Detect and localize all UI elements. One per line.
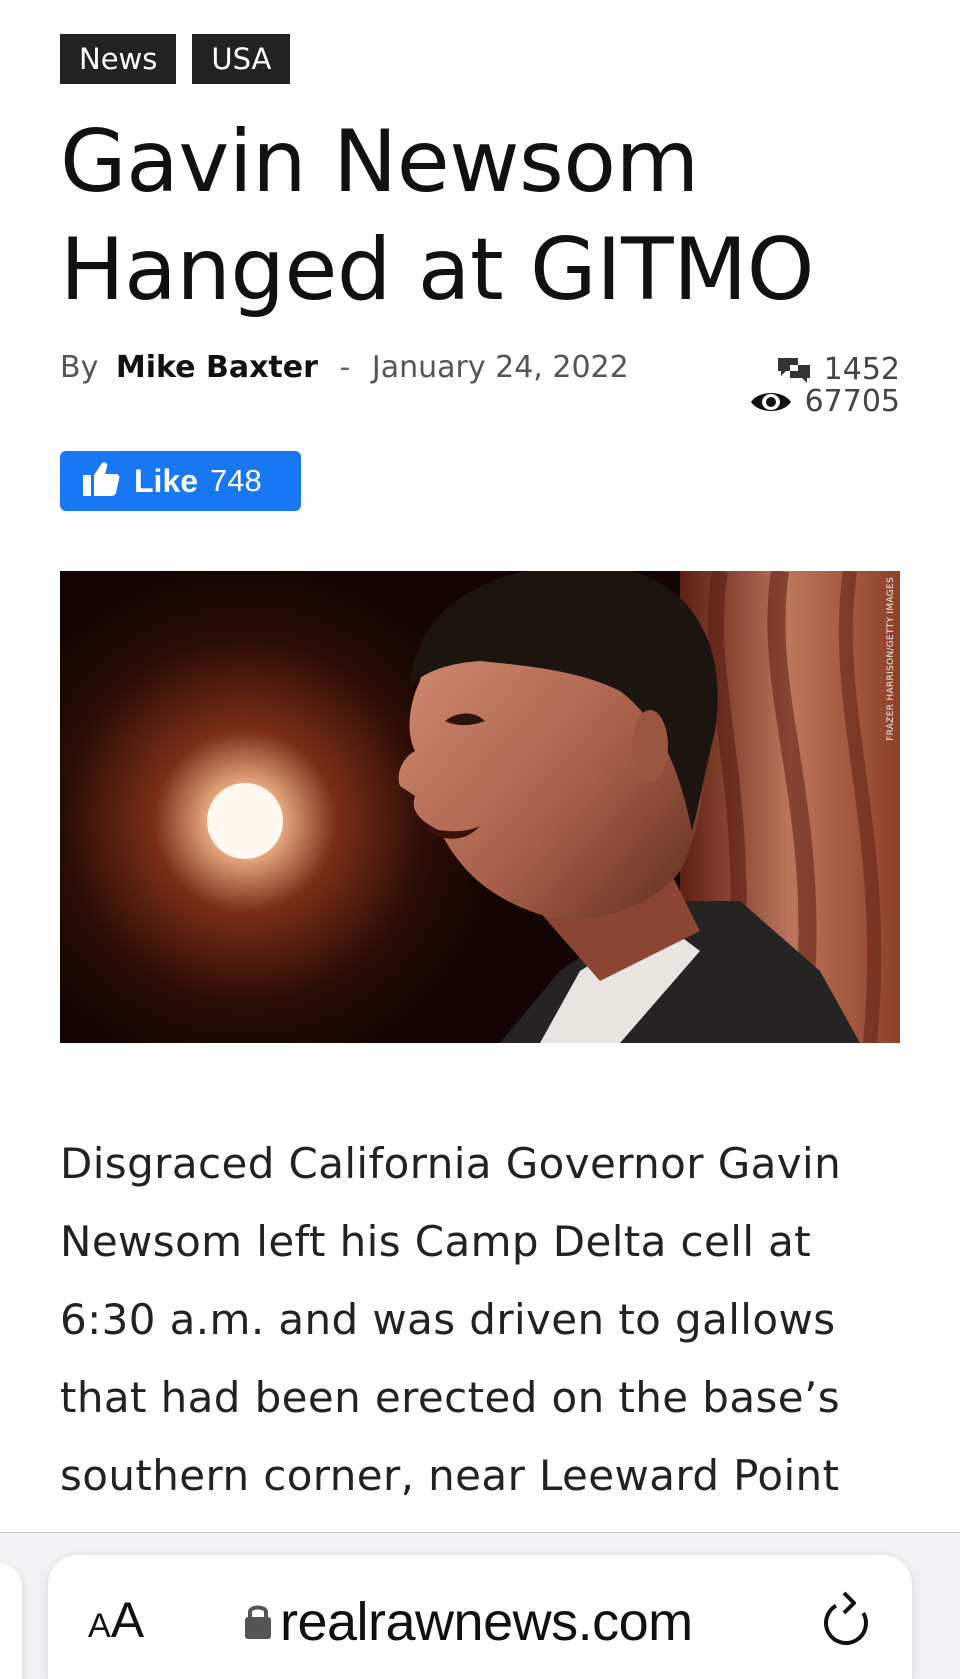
article-body: Disgraced California Governor Gavin News… xyxy=(60,1139,842,1500)
like-label: Like xyxy=(134,462,199,499)
reload-icon xyxy=(820,1591,872,1655)
eye-icon xyxy=(749,388,793,416)
publish-date: January 24, 2022 xyxy=(371,350,629,385)
browser-toolbar: AA realrawnews.com xyxy=(0,1532,960,1679)
reload-button[interactable] xyxy=(820,1591,872,1656)
by-label: By xyxy=(60,350,99,385)
article-page: News USA Gavin Newsom Hanged at GITMO By… xyxy=(0,0,960,1679)
lock-icon xyxy=(244,1600,272,1645)
thumbs-up-icon xyxy=(82,460,120,503)
byline-separator: - xyxy=(339,350,351,385)
text-size-button[interactable]: AA xyxy=(88,1591,144,1649)
url-field[interactable]: realrawnews.com xyxy=(244,1591,693,1653)
previous-tab-peek[interactable] xyxy=(0,1563,22,1679)
views-stat: 67705 xyxy=(749,386,900,418)
comments-stat[interactable]: 1452 xyxy=(749,354,900,386)
tag-news[interactable]: News xyxy=(60,34,177,84)
article-title: Gavin Newsom Hanged at GITMO xyxy=(60,112,815,320)
article-stats: 1452 67705 xyxy=(749,354,900,418)
tag-usa[interactable]: USA xyxy=(192,34,291,84)
url-text: realrawnews.com xyxy=(280,1592,693,1652)
article-photo: FRAZER HARRISON/GETTY IMAGES xyxy=(60,571,900,1043)
comments-icon xyxy=(776,356,812,384)
byline: By Mike Baxter - January 24, 2022 xyxy=(60,350,629,385)
facebook-like-button[interactable]: Like 748 xyxy=(60,451,301,511)
photo-credit: FRAZER HARRISON/GETTY IMAGES xyxy=(886,577,896,741)
comments-count: 1452 xyxy=(823,352,900,387)
like-count: 748 xyxy=(210,463,262,498)
author-link[interactable]: Mike Baxter xyxy=(116,350,318,385)
category-tags: News USA xyxy=(60,34,291,84)
views-count: 67705 xyxy=(804,384,900,419)
address-bar[interactable]: AA realrawnews.com xyxy=(48,1555,912,1679)
